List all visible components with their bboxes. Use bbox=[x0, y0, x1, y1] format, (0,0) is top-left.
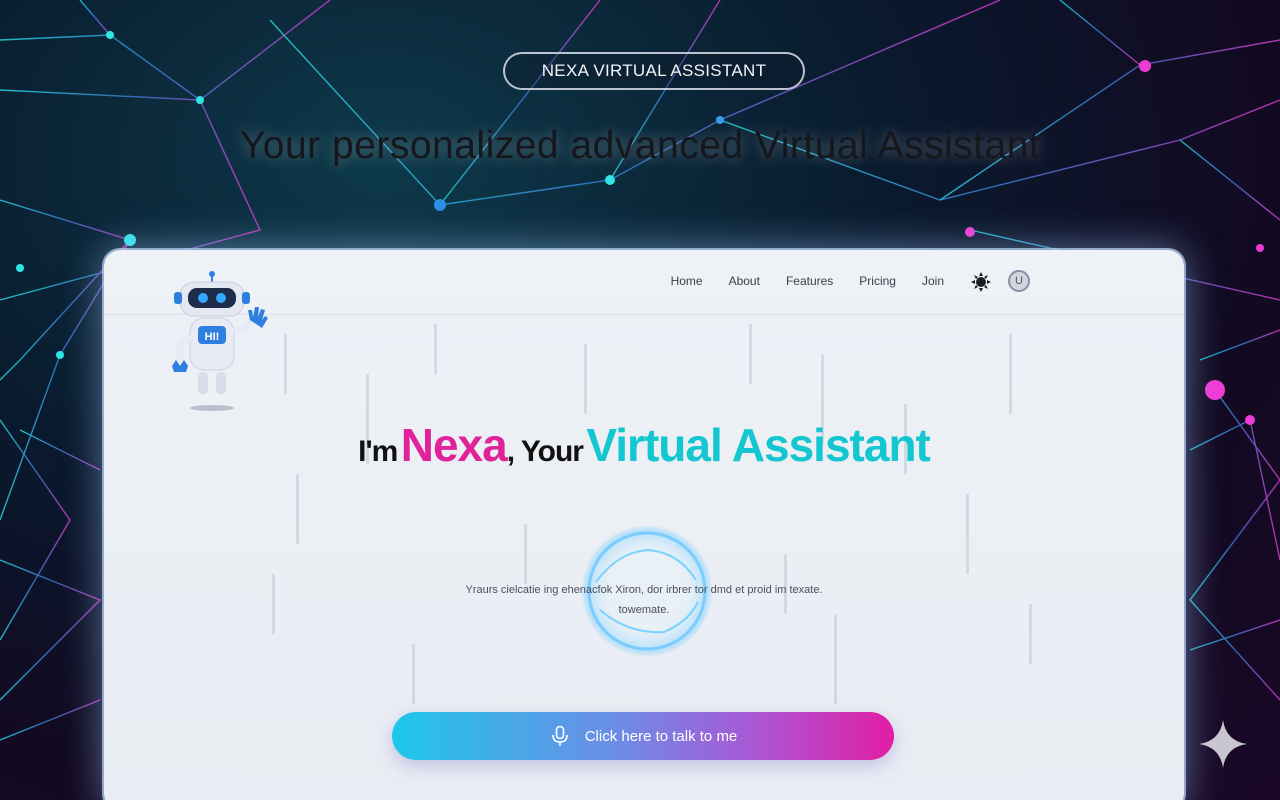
main-headline: I'm Nexa, Your Virtual Assistant bbox=[104, 418, 1184, 472]
description-line-2: towemate. bbox=[618, 604, 670, 616]
headline-your: , Your bbox=[506, 435, 584, 468]
product-badge: NEXA VIRTUAL ASSISTANT bbox=[503, 52, 805, 90]
headline-nexa: Nexa bbox=[400, 419, 508, 471]
assistant-description: Yraurs cielcatie ing ehenacfok Xiron, do… bbox=[104, 580, 1184, 620]
nav-link-features[interactable]: Features bbox=[786, 274, 833, 288]
robot-mascot-icon: HI! bbox=[172, 271, 268, 411]
nav-link-about[interactable]: About bbox=[729, 274, 760, 288]
nav-links: Home About Features Pricing Join bbox=[671, 274, 944, 288]
microphone-icon bbox=[551, 725, 568, 746]
sun-icon[interactable] bbox=[971, 272, 991, 292]
nav-link-pricing[interactable]: Pricing bbox=[859, 274, 896, 288]
app-window: Home About Features Pricing Join U HI! I… bbox=[104, 250, 1184, 800]
hero-title: Your personalized advanced Virtual Assis… bbox=[239, 124, 1041, 167]
nav-link-join[interactable]: Join bbox=[922, 274, 944, 288]
nav-link-home[interactable]: Home bbox=[671, 274, 703, 288]
talk-button[interactable]: Click here to talk to me bbox=[392, 712, 894, 760]
headline-virtual-assistant: Virtual Assistant bbox=[586, 419, 930, 471]
talk-button-label: Click here to talk to me bbox=[584, 727, 738, 745]
headline-im: I'm bbox=[358, 435, 398, 468]
description-line-1: Yraurs cielcatie ing ehenacfok Xiron, do… bbox=[465, 584, 823, 596]
sparkle-icon bbox=[1199, 720, 1247, 768]
user-avatar[interactable]: U bbox=[1008, 270, 1030, 292]
robot-chest-text: HI! bbox=[205, 331, 220, 343]
